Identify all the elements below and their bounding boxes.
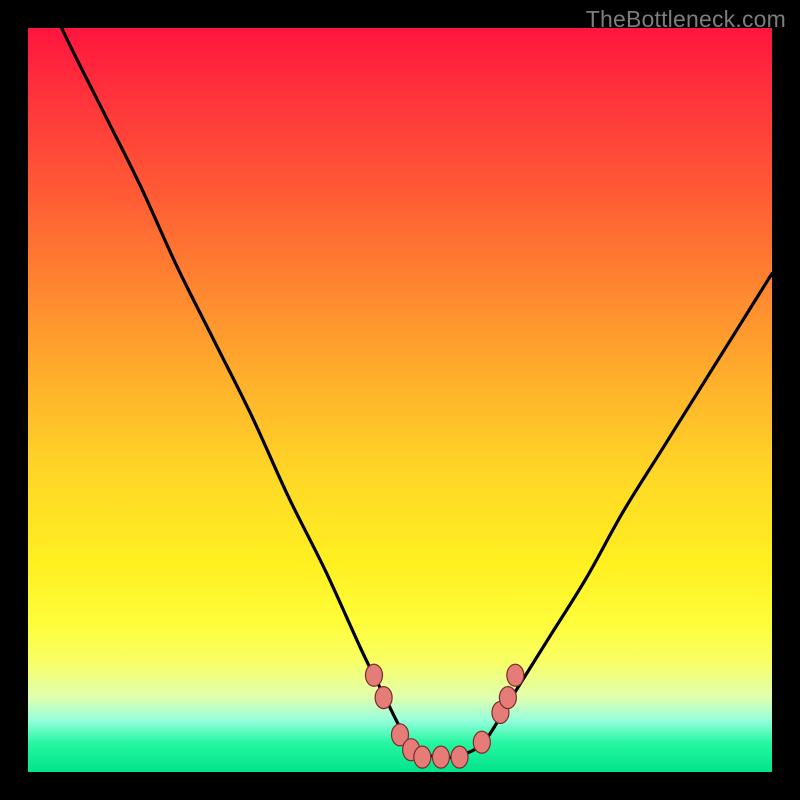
curve-marker	[365, 664, 382, 686]
watermark-text: TheBottleneck.com	[586, 6, 786, 33]
curve-marker	[414, 746, 431, 768]
curve-marker	[451, 746, 468, 768]
curve-marker	[375, 687, 392, 709]
curve-marker	[499, 687, 516, 709]
curve-marker	[507, 664, 524, 686]
curve-marker	[432, 746, 449, 768]
curve-marker	[473, 731, 490, 753]
plot-area	[28, 28, 772, 772]
chart-frame: TheBottleneck.com	[0, 0, 800, 800]
curve-markers	[365, 664, 523, 768]
curve-line	[28, 28, 772, 758]
bottleneck-curve	[28, 28, 772, 772]
